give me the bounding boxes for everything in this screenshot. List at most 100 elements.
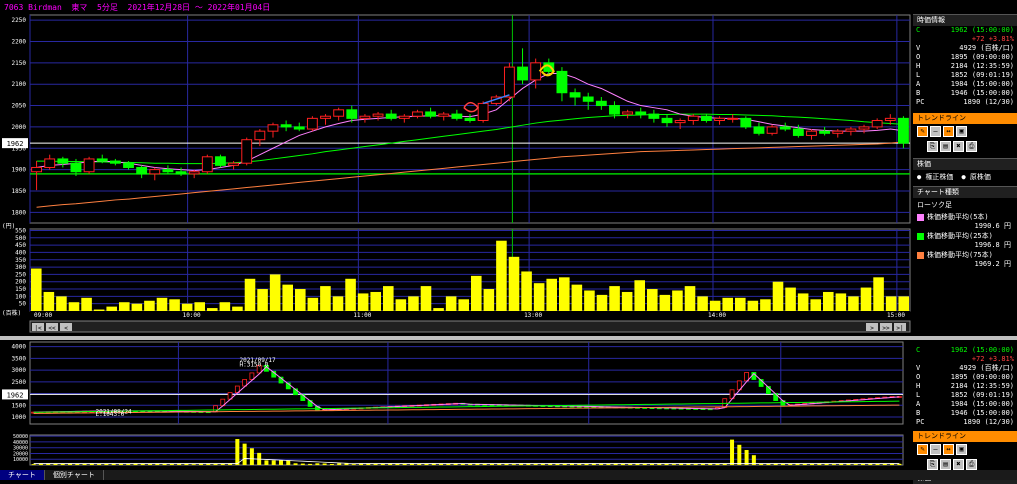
adjusted-price-radio[interactable]: ● 権正株価 — [917, 172, 953, 182]
volume-bar — [873, 277, 884, 311]
bottom-info-key: B — [916, 409, 921, 417]
price-tick-label: 1900 — [12, 167, 27, 174]
volume-bar — [257, 289, 268, 311]
long-volume-bar — [191, 464, 196, 465]
candle-body — [635, 111, 647, 115]
bottom-save-icon[interactable]: ▤ — [940, 459, 951, 470]
copy-icon[interactable]: ⎘ — [927, 141, 938, 152]
volume-bar — [295, 289, 306, 311]
info-row: +72 +3.81% — [913, 35, 1017, 44]
pen-icon[interactable]: ✎ — [917, 126, 928, 137]
long-volume-bar — [744, 450, 749, 465]
stock-options: ● 権正株価 ● 原株価 — [913, 170, 1017, 184]
info-value: 1890 (12/30) — [963, 98, 1014, 106]
tab-individual-chart[interactable]: 個別チャート — [45, 470, 104, 480]
volume-bar — [647, 289, 658, 311]
info-key — [913, 35, 934, 44]
bottom-copy-icon[interactable]: ⎘ — [927, 459, 938, 470]
long-volume-bar — [468, 463, 473, 465]
volume-bar — [383, 286, 394, 311]
move-icon[interactable]: ↔ — [943, 126, 954, 137]
info-key: H — [916, 62, 921, 70]
candle-body — [464, 117, 476, 121]
bottom-select-icon[interactable]: ▣ — [956, 444, 967, 455]
volume-bar — [709, 300, 721, 311]
chart-type-header: チャート種類 — [913, 186, 1017, 198]
tab-bar: チャート 個別チャート — [0, 470, 1017, 480]
volume-bar — [835, 293, 847, 311]
long-volume-bar — [650, 463, 655, 465]
candle-body — [792, 128, 804, 136]
volume-tick-label: 50 — [19, 301, 27, 308]
time-tick-label: 14:00 — [708, 312, 726, 319]
volume-bar — [433, 308, 444, 311]
bottom-info-value: +72 +3.81% — [971, 355, 1014, 363]
bottom-info-row: +72 +3.81% — [913, 355, 1017, 364]
trendline-label: トレンドライン — [917, 114, 966, 122]
bottom-line-icon[interactable]: — — [930, 444, 941, 455]
long-volume-bar — [671, 464, 676, 465]
ma-label: 株価移動平均(25本) — [927, 232, 993, 240]
ma-item[interactable]: 株価移動平均(75本) — [913, 250, 1017, 260]
long-volume-tick-label: 20000 — [13, 451, 28, 457]
long-volume-bar — [489, 463, 494, 465]
candle-body — [556, 70, 568, 94]
candle-body — [96, 158, 108, 162]
price-tick-label: 2150 — [12, 60, 27, 67]
candle-body — [188, 171, 200, 175]
volume-bar — [106, 306, 117, 311]
ma-label: 株価移動平均(5本) — [927, 213, 989, 221]
long-volume-bar — [810, 463, 815, 465]
volume-bar — [56, 296, 67, 311]
bottom-pen-icon[interactable]: ✎ — [917, 444, 928, 455]
volume-bar — [345, 278, 356, 311]
volume-bar — [408, 296, 419, 311]
bottom-info-value: 1946 (15:00:00) — [950, 409, 1014, 417]
line-icon[interactable]: — — [930, 126, 941, 137]
info-value: 1852 (09:01:19) — [950, 71, 1014, 79]
volume-tick-label: 250 — [15, 271, 26, 278]
candle-body — [372, 113, 384, 117]
volume-bar — [634, 280, 645, 311]
print-icon[interactable]: ⎙ — [966, 141, 977, 152]
tab-chart[interactable]: チャート — [0, 470, 45, 480]
scroll-glyph: |< — [34, 325, 42, 332]
bottom-info-value: 1962 (15:00:00) — [950, 346, 1014, 354]
long-volume-bar — [417, 463, 422, 465]
volume-bar — [621, 291, 633, 311]
scroll-glyph: > — [870, 325, 874, 332]
candle-body — [714, 117, 725, 121]
candle-body — [57, 158, 69, 164]
candle-body — [31, 166, 42, 173]
candle-body — [162, 169, 174, 173]
volume-bar — [370, 291, 381, 311]
select-icon[interactable]: ▣ — [956, 126, 967, 137]
ma-item[interactable]: 株価移動平均(25本) — [913, 231, 1017, 241]
time-tick-label: 11:00 — [353, 312, 371, 319]
bottom-move-icon[interactable]: ↔ — [943, 444, 954, 455]
ma-item[interactable]: 株価移動平均(5本) — [913, 212, 1017, 222]
long-volume-bar — [148, 463, 153, 465]
candle-body — [398, 115, 410, 119]
bottom-print-icon[interactable]: ⎙ — [966, 459, 977, 470]
ma-swatch — [917, 213, 924, 221]
delete-icon[interactable]: ✖ — [953, 141, 964, 152]
bottom-delete-icon[interactable]: ✖ — [953, 459, 964, 470]
long-volume-bar — [278, 460, 283, 465]
volume-bar — [810, 299, 821, 311]
volume-bar — [181, 303, 193, 311]
trend-tools-2: ⎘ ▤ ✖ ⎙ — [913, 139, 1017, 154]
long-price-tick-label: 2500 — [12, 379, 27, 386]
candle-body — [438, 113, 450, 117]
bottom-info-row: O 1895 (09:00:00) — [913, 373, 1017, 382]
time-axis — [30, 311, 910, 318]
raw-price-radio[interactable]: ● 原株価 — [961, 172, 990, 182]
long-volume-bar — [577, 463, 582, 465]
long-volume-bar — [555, 463, 560, 465]
save-icon[interactable]: ▤ — [940, 141, 951, 152]
candle-body — [306, 117, 318, 130]
volume-bar — [471, 275, 482, 311]
ma-label: 株価移動平均(75本) — [927, 251, 993, 259]
volume-bar — [848, 296, 859, 311]
chart-canvas[interactable]: 1800185019001950200020502100215022002250… — [0, 0, 1017, 480]
